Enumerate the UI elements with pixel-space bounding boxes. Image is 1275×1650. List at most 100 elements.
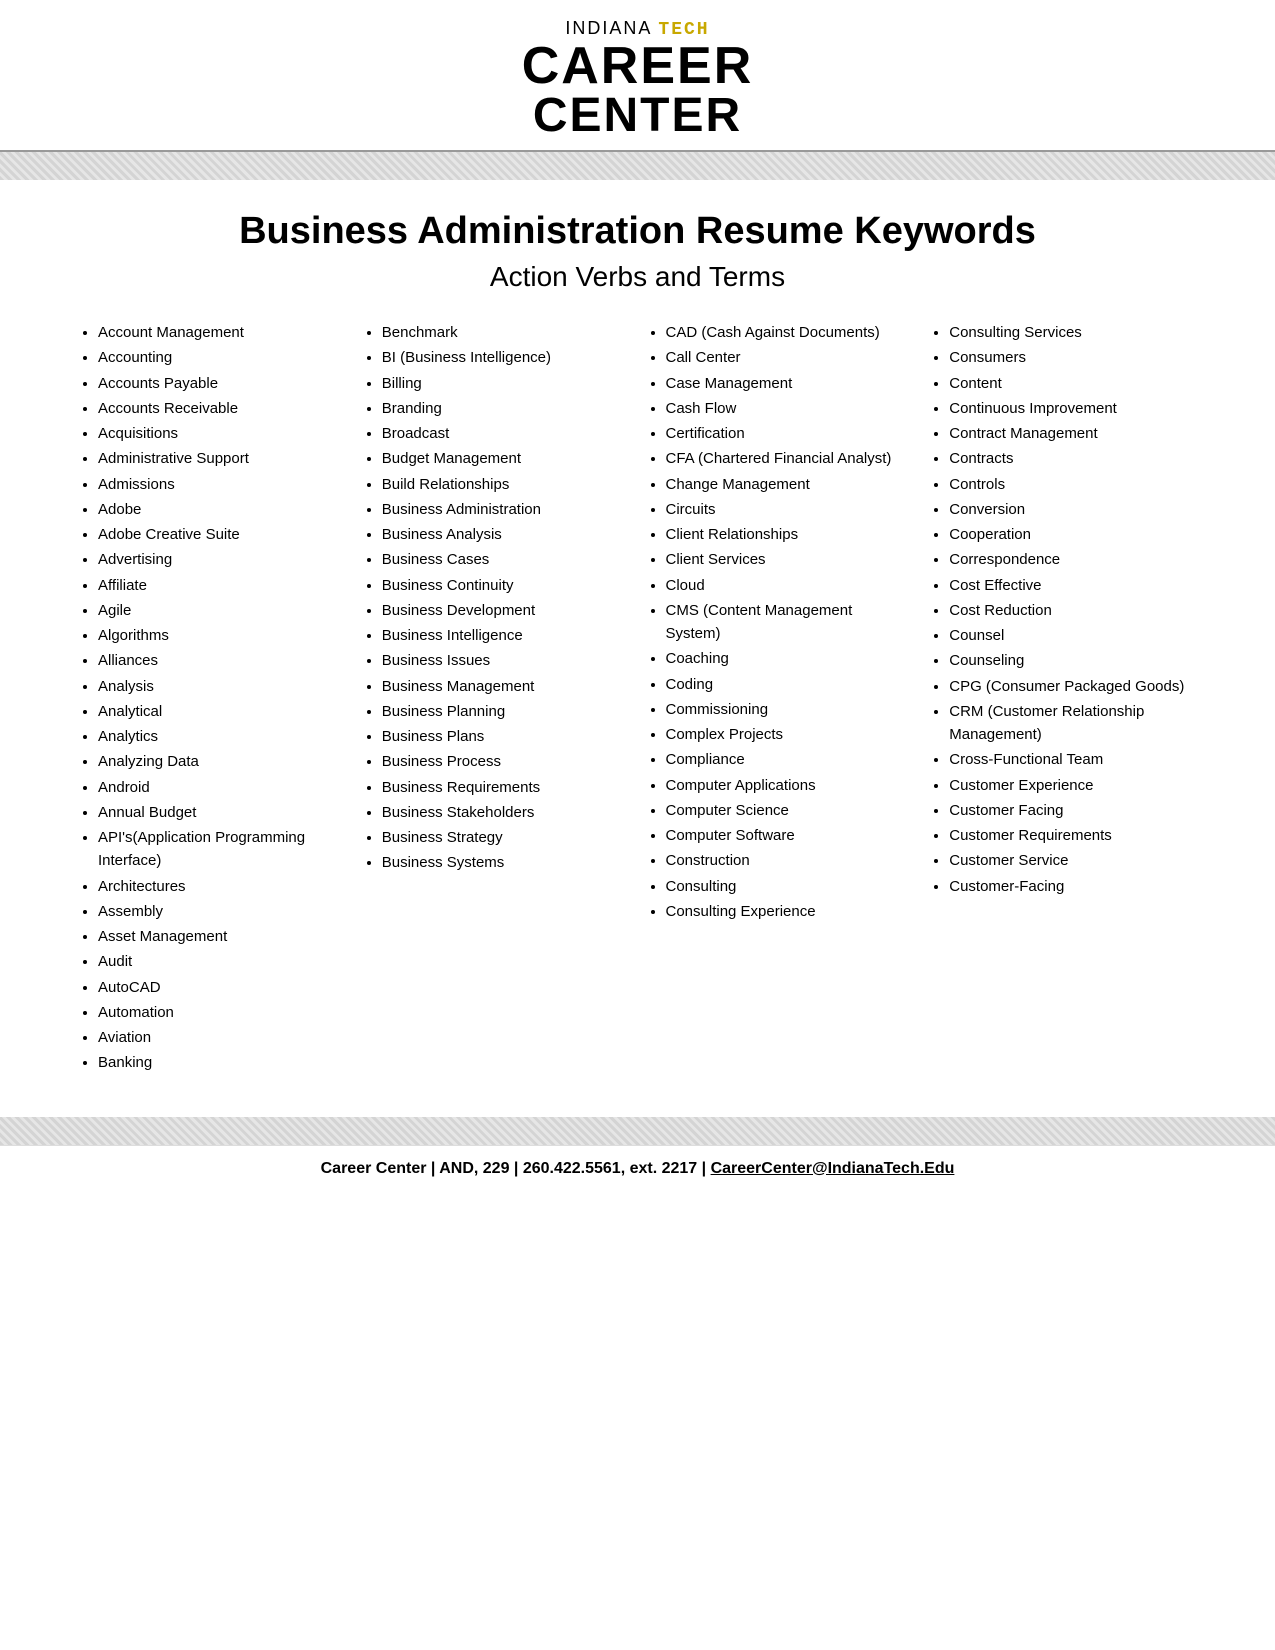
keyword-column-3: CAD (Cash Against Documents)Call Center C… (648, 321, 912, 1077)
list-item: Broadcast (382, 422, 628, 445)
list-item: Certification (666, 422, 912, 445)
list-item: Cost Effective (949, 574, 1195, 597)
list-item: Administrative Support (98, 447, 344, 470)
list-item: Build Relationships (382, 473, 628, 496)
list-item: Accounting (98, 346, 344, 369)
list-item: Business Intelligence (382, 624, 628, 647)
list-item: Business Strategy (382, 826, 628, 849)
list-item: Customer Requirements (949, 824, 1195, 847)
list-item: Case Management (666, 372, 912, 395)
list-item: Continuous Improvement (949, 397, 1195, 420)
list-item: Android (98, 776, 344, 799)
list-item: Customer Experience (949, 774, 1195, 797)
list-item: Account Management (98, 321, 344, 344)
list-item: Business Systems (382, 851, 628, 874)
list-item: Counseling (949, 649, 1195, 672)
list-item: Affiliate (98, 574, 344, 597)
list-item: Business Requirements (382, 776, 628, 799)
list-item: CAD (Cash Against Documents) (666, 321, 912, 344)
list-item: Accounts Receivable (98, 397, 344, 420)
list-item: CRM (Customer Relationship Management) (949, 700, 1195, 747)
list-item: Call Center (666, 346, 912, 369)
list-item: Billing (382, 372, 628, 395)
list-item: Algorithms (98, 624, 344, 647)
list-item: Analyzing Data (98, 750, 344, 773)
list-item: CMS (Content Management System) (666, 599, 912, 646)
list-item: Business Development (382, 599, 628, 622)
list-item: Asset Management (98, 925, 344, 948)
list-item: Cloud (666, 574, 912, 597)
list-item: Consulting Experience (666, 900, 912, 923)
keyword-column-4: Consulting ServicesConsumers ContentConti… (931, 321, 1195, 1077)
list-item: Analytics (98, 725, 344, 748)
list-item: Contract Management (949, 422, 1195, 445)
list-item: Admissions (98, 473, 344, 496)
center-label: CENTER (0, 92, 1275, 140)
list-item: Construction (666, 849, 912, 872)
list-item: Customer Service (949, 849, 1195, 872)
list-item: Business Administration (382, 498, 628, 521)
career-label: CAREER (0, 40, 1275, 92)
list-item: Coding (666, 673, 912, 696)
list-item: Cross-Functional Team (949, 748, 1195, 771)
list-item: Conversion (949, 498, 1195, 521)
list-item: Controls (949, 473, 1195, 496)
list-item: Contracts (949, 447, 1195, 470)
list-item: Accounts Payable (98, 372, 344, 395)
list-item: Benchmark (382, 321, 628, 344)
page-header: INDIANA TECH CAREER CENTER (0, 0, 1275, 152)
list-item: Change Management (666, 473, 912, 496)
list-item: Computer Science (666, 799, 912, 822)
list-item: Alliances (98, 649, 344, 672)
footer-email-link[interactable]: CareerCenter@IndianaTech.Edu (711, 1160, 955, 1177)
list-item: Customer Facing (949, 799, 1195, 822)
page-title: Business Administration Resume Keywords (60, 210, 1215, 253)
section-subtitle: Action Verbs and Terms (60, 261, 1215, 293)
list-item: Assembly (98, 900, 344, 923)
list-item: BI (Business Intelligence) (382, 346, 628, 369)
list-item: Correspondence (949, 548, 1195, 571)
list-item: Adobe Creative Suite (98, 523, 344, 546)
list-item: Content (949, 372, 1195, 395)
list-item: Business Plans (382, 725, 628, 748)
list-item: Automation (98, 1001, 344, 1024)
keyword-column-1: Account ManagementAccounting Accounts Pay… (80, 321, 344, 1077)
list-item: Business Issues (382, 649, 628, 672)
list-item: Cash Flow (666, 397, 912, 420)
list-item: Cooperation (949, 523, 1195, 546)
list-item: Client Relationships (666, 523, 912, 546)
list-item: Branding (382, 397, 628, 420)
list-item: AutoCAD (98, 976, 344, 999)
list-item: Agile (98, 599, 344, 622)
list-item: Banking (98, 1051, 344, 1074)
list-item: Analytical (98, 700, 344, 723)
list-item: Business Stakeholders (382, 801, 628, 824)
list-item: Compliance (666, 748, 912, 771)
list-item: Architectures (98, 875, 344, 898)
list-item: Business Analysis (382, 523, 628, 546)
list-item: Business Cases (382, 548, 628, 571)
list-item: Complex Projects (666, 723, 912, 746)
list-item: Coaching (666, 647, 912, 670)
list-item: Computer Software (666, 824, 912, 847)
list-item: Advertising (98, 548, 344, 571)
list-item: Business Process (382, 750, 628, 773)
list-item: CFA (Chartered Financial Analyst) (666, 447, 912, 470)
keywords-grid: Account ManagementAccounting Accounts Pay… (60, 321, 1215, 1077)
list-item: Budget Management (382, 447, 628, 470)
footer-text: Career Center | AND, 229 | 260.422.5561,… (321, 1160, 955, 1177)
list-item: Computer Applications (666, 774, 912, 797)
list-item: Consulting Services (949, 321, 1195, 344)
list-item: API's(Application Programming Interface) (98, 826, 344, 873)
list-item: Audit (98, 950, 344, 973)
list-item: Annual Budget (98, 801, 344, 824)
list-item: Cost Reduction (949, 599, 1195, 622)
list-item: Business Continuity (382, 574, 628, 597)
deco-band-top (0, 152, 1275, 180)
keyword-column-2: BenchmarkBI (Business Intelligence) Billi… (364, 321, 628, 1077)
list-item: Customer-Facing (949, 875, 1195, 898)
list-item: Aviation (98, 1026, 344, 1049)
list-item: Counsel (949, 624, 1195, 647)
main-content: Business Administration Resume Keywords … (0, 180, 1275, 1097)
list-item: Consumers (949, 346, 1195, 369)
